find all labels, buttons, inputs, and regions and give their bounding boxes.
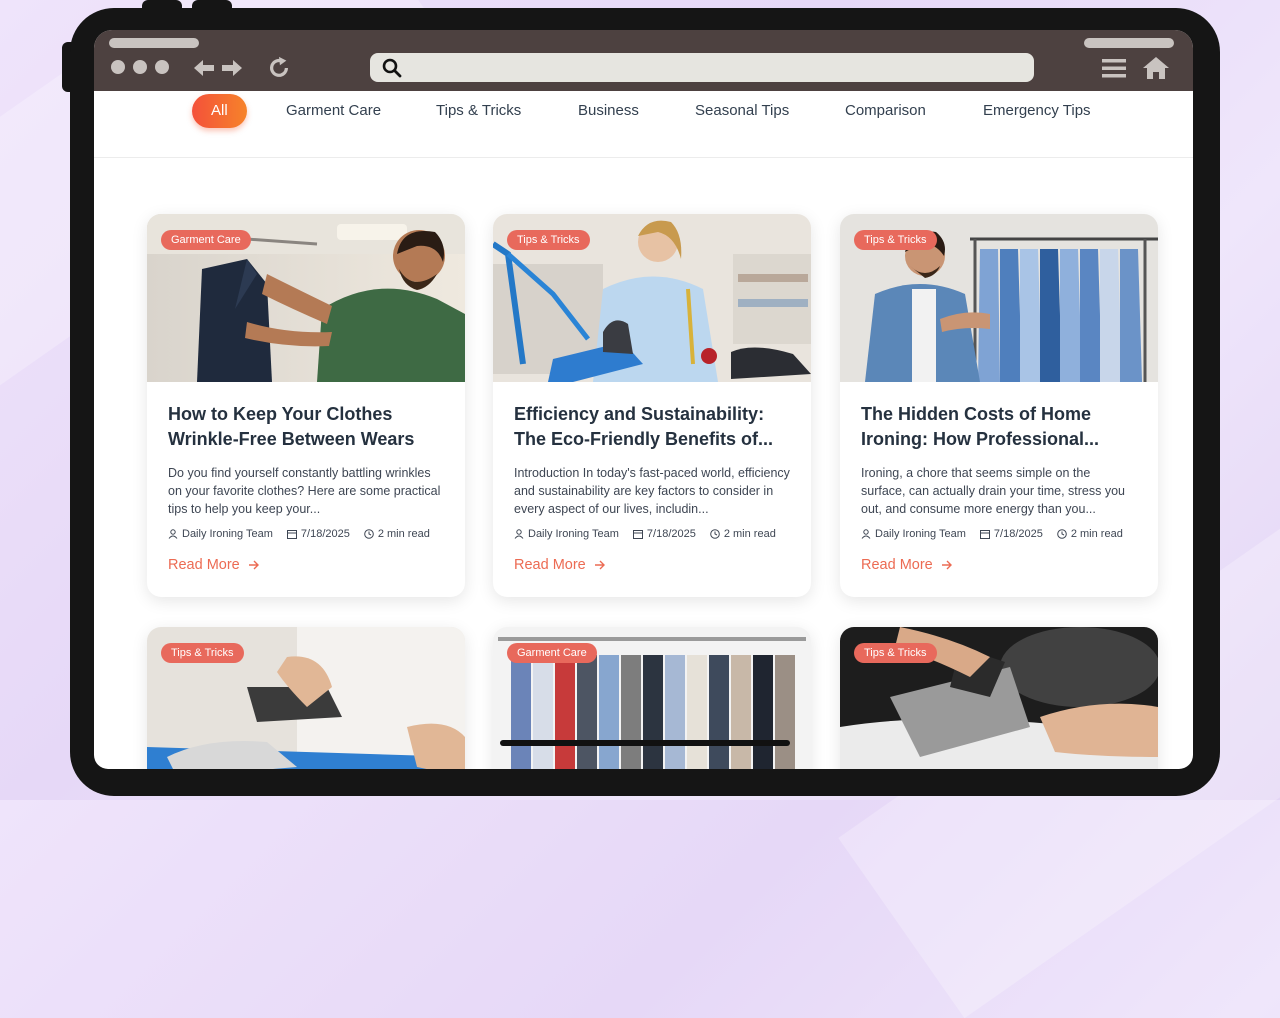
window-dots: [111, 60, 169, 74]
card-excerpt: Ironing, a chore that seems simple on th…: [861, 466, 1126, 516]
calendar-icon: [979, 530, 990, 539]
category-badge: Tips & Tricks: [854, 230, 937, 250]
category-badge: Tips & Tricks: [854, 643, 937, 663]
filter-comparison[interactable]: Comparison: [845, 94, 926, 128]
reload-icon[interactable]: [266, 56, 292, 80]
card-title[interactable]: Efficiency and Sustainability: The Eco-F…: [514, 402, 790, 452]
user-icon: [168, 529, 178, 539]
card-author: Daily Ironing Team: [182, 528, 273, 540]
filter-tips-tricks[interactable]: Tips & Tricks: [436, 94, 521, 128]
read-more-link[interactable]: Read More: [861, 557, 1137, 573]
card-author: Daily Ironing Team: [528, 528, 619, 540]
home-icon[interactable]: [1142, 56, 1170, 80]
address-bar[interactable]: [370, 53, 1034, 82]
search-icon: [382, 58, 402, 78]
user-icon: [861, 529, 871, 539]
arrow-right-icon: [248, 560, 259, 570]
clock-icon: [710, 529, 720, 539]
filter-seasonal-tips[interactable]: Seasonal Tips: [695, 94, 789, 128]
category-badge: Tips & Tricks: [507, 230, 590, 250]
card-read-time: 2 min read: [1070, 528, 1123, 540]
back-forward-icon[interactable]: [192, 56, 244, 80]
toolbar-pill: [109, 38, 199, 48]
card-image: Tips & Tricks: [147, 627, 465, 769]
category-badge: Tips & Tricks: [161, 643, 244, 663]
blog-card[interactable]: Garment Care How to Keep Your Clothes Wr…: [147, 214, 465, 597]
filter-business[interactable]: Business: [578, 94, 639, 128]
category-filter-bar: All Garment Care Tips & Tricks Business …: [94, 91, 1193, 158]
blog-card[interactable]: Tips & Tricks The Hidden Costs of Home I…: [840, 214, 1158, 597]
browser-toolbar: [94, 30, 1193, 91]
blog-card[interactable]: Tips & Tricks: [840, 627, 1158, 769]
category-badge: Garment Care: [507, 643, 597, 663]
tablet-screen: All Garment Care Tips & Tricks Business …: [94, 30, 1193, 769]
card-image: Tips & Tricks: [493, 214, 811, 382]
clock-icon: [364, 529, 374, 539]
card-date: 7/18/2025: [300, 528, 350, 540]
blog-card[interactable]: Tips & Tricks: [147, 627, 465, 769]
read-more-link[interactable]: Read More: [168, 557, 444, 573]
calendar-icon: [286, 530, 297, 539]
card-image: Garment Care: [147, 214, 465, 382]
card-title[interactable]: The Hidden Costs of Home Ironing: How Pr…: [861, 402, 1137, 452]
category-badge: Garment Care: [161, 230, 251, 250]
arrow-right-icon: [594, 560, 605, 570]
card-excerpt: Do you find yourself constantly battling…: [168, 466, 441, 516]
card-author: Daily Ironing Team: [875, 528, 966, 540]
menu-icon[interactable]: [1101, 56, 1127, 80]
card-image: Tips & Tricks: [840, 627, 1158, 769]
arrow-right-icon: [941, 560, 952, 570]
card-date: 7/18/2025: [646, 528, 696, 540]
calendar-icon: [632, 530, 643, 539]
filter-garment-care[interactable]: Garment Care: [286, 94, 381, 128]
blog-card[interactable]: Garment Care: [493, 627, 811, 769]
toolbar-pill: [1084, 38, 1174, 48]
card-image: Tips & Tricks: [840, 214, 1158, 382]
card-title[interactable]: How to Keep Your Clothes Wrinkle-Free Be…: [168, 402, 444, 452]
card-excerpt: Introduction In today's fast-paced world…: [514, 466, 790, 516]
clock-icon: [1057, 529, 1067, 539]
card-read-time: 2 min read: [723, 528, 776, 540]
card-date: 7/18/2025: [993, 528, 1043, 540]
blog-card[interactable]: Tips & Tricks Efficiency and Sustainabil…: [493, 214, 811, 597]
read-more-link[interactable]: Read More: [514, 557, 790, 573]
card-image: Garment Care: [493, 627, 811, 769]
filter-emergency-tips[interactable]: Emergency Tips: [983, 94, 1091, 128]
scroll-indicator[interactable]: [500, 740, 790, 746]
user-icon: [514, 529, 524, 539]
filter-all[interactable]: All: [192, 94, 247, 128]
card-read-time: 2 min read: [377, 528, 430, 540]
